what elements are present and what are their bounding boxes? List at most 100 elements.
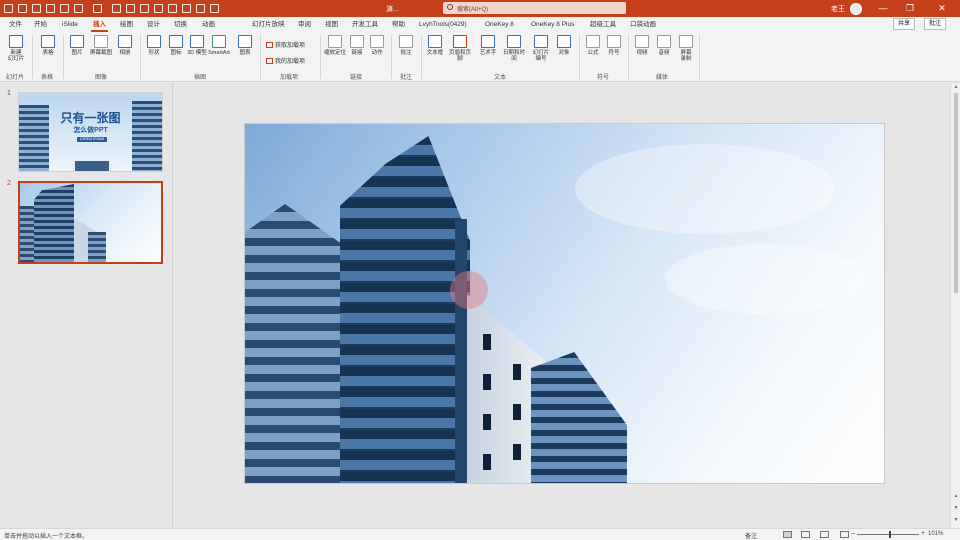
paste-icon[interactable] <box>74 4 83 13</box>
button-label: 我的加载项 <box>275 59 306 65</box>
restore-button[interactable]: ❐ <box>903 2 917 14</box>
header-footer-button[interactable]: 页眉和页脚 <box>449 35 471 62</box>
slideshow-icon[interactable] <box>840 531 849 538</box>
tab-review[interactable]: 审阅 <box>296 19 313 32</box>
chart-button[interactable]: 图表 <box>234 35 256 56</box>
object-button[interactable]: 对象 <box>553 35 575 56</box>
align-center-icon[interactable] <box>140 4 149 13</box>
tab-draw[interactable]: 绘图 <box>118 19 135 32</box>
tab-home[interactable]: 开始 <box>32 19 49 32</box>
redo-icon[interactable] <box>46 4 55 13</box>
tab-help[interactable]: 帮助 <box>390 19 407 32</box>
slide-thumbnails-pane[interactable]: 1 只有一张图 怎么做PPT LOREM IPSUM 2 <box>0 83 173 528</box>
button-label: 3D 模型 <box>187 50 207 56</box>
cloud-shape <box>665 244 865 314</box>
tab-developer[interactable]: 开发工具 <box>350 19 380 32</box>
photo-album-button[interactable]: 相册 <box>114 35 136 56</box>
window <box>483 374 491 390</box>
align-right-icon[interactable] <box>154 4 163 13</box>
zoom-button[interactable]: 缩放定位 <box>324 35 346 56</box>
zoom-out-button[interactable]: – <box>851 530 855 537</box>
normal-view-icon[interactable] <box>783 531 792 538</box>
tab-pocket-animation[interactable]: 口袋动画 <box>628 19 658 32</box>
slide-sorter-icon[interactable] <box>801 531 810 538</box>
equation-button[interactable]: 公式 <box>582 35 604 56</box>
video-icon <box>635 35 649 48</box>
textbox-button[interactable]: 文本框 <box>424 35 446 56</box>
tab-islide[interactable]: iSlide <box>60 19 80 32</box>
share-button[interactable]: 共享 <box>893 18 916 30</box>
new-slide-button[interactable]: 新建 幻灯片 <box>5 35 27 62</box>
search-input[interactable]: 搜索(Alt+Q) <box>443 2 626 14</box>
zoom-in-button[interactable]: + <box>921 530 925 537</box>
layer-icon[interactable] <box>182 4 191 13</box>
tab-transitions[interactable]: 切换 <box>172 19 189 32</box>
zoom-slider[interactable] <box>857 534 919 535</box>
save-icon[interactable] <box>18 4 27 13</box>
autosave-icon[interactable] <box>4 4 13 13</box>
vertical-scrollbar[interactable]: ▲ ▲ ▼ ▼ <box>950 83 960 528</box>
audio-button[interactable]: 音频 <box>653 35 675 56</box>
distribute-icon[interactable] <box>168 4 177 13</box>
shapes-button[interactable]: 形状 <box>143 35 165 56</box>
group-label: 加载项 <box>280 75 299 81</box>
scroll-down-icon[interactable]: ▼ <box>953 517 959 523</box>
link-button[interactable]: 链接 <box>346 35 368 56</box>
slide-thumbnail-1[interactable]: 只有一张图 怎么做PPT LOREM IPSUM <box>18 92 163 172</box>
more-icon[interactable] <box>210 4 219 13</box>
close-button[interactable]: ✕ <box>935 2 949 14</box>
tab-animations[interactable]: 动画 <box>200 19 217 32</box>
button-label: 相册 <box>119 50 131 56</box>
building-image <box>20 206 36 262</box>
chart-icon <box>238 35 252 48</box>
video-button[interactable]: 视频 <box>631 35 653 56</box>
table-button[interactable]: 表格 <box>37 35 59 56</box>
slide-number-button[interactable]: 幻灯片 编号 <box>530 35 552 62</box>
addins-icon <box>266 57 273 64</box>
tab-design[interactable]: 设计 <box>145 19 162 32</box>
format-painter-icon[interactable] <box>60 4 69 13</box>
get-addins-button[interactable]: 获取加载项 <box>266 40 305 49</box>
pictures-button[interactable]: 图片 <box>66 35 88 56</box>
comments-button[interactable]: 批注 <box>924 18 947 30</box>
avatar[interactable] <box>850 3 862 15</box>
tab-insert[interactable]: 插入 <box>91 19 108 32</box>
align-left-icon[interactable] <box>126 4 135 13</box>
notes-button[interactable]: 备注 <box>745 531 757 540</box>
tab-lvyhtools[interactable]: LvyhTools(0429) <box>417 19 469 32</box>
scroll-up-icon[interactable]: ▲ <box>953 493 959 499</box>
my-addins-button[interactable]: 我的加载项 <box>266 56 305 65</box>
align-icon[interactable] <box>112 4 121 13</box>
comment-button[interactable]: 批注 <box>395 35 417 56</box>
date-time-button[interactable]: 日期和时间 <box>503 35 525 62</box>
tab-file[interactable]: 文件 <box>7 19 24 32</box>
reading-view-icon[interactable] <box>820 531 829 538</box>
zoom-level[interactable]: 101% <box>928 531 943 537</box>
smartart-button[interactable]: SmartArt <box>208 35 230 56</box>
action-button[interactable]: 动作 <box>366 35 388 56</box>
screenshot-button[interactable]: 屏幕截图 <box>90 35 112 56</box>
wordart-button[interactable]: 艺术字 <box>477 35 499 56</box>
tab-slideshow[interactable]: 幻灯片放映 <box>250 19 287 32</box>
minimize-button[interactable]: — <box>876 2 890 14</box>
screen-recording-button[interactable]: 屏幕 录制 <box>675 35 697 62</box>
undo-icon[interactable] <box>32 4 41 13</box>
3d-models-button[interactable]: 3D 模型 <box>186 35 208 56</box>
slide-canvas[interactable] <box>244 123 885 484</box>
grid-icon[interactable] <box>196 4 205 13</box>
icons-button[interactable]: 图标 <box>165 35 187 56</box>
symbol-button[interactable]: 符号 <box>603 35 625 56</box>
scroll-up-icon[interactable]: ▲ <box>953 84 959 90</box>
group-divider <box>628 35 629 79</box>
slide-editor[interactable] <box>174 83 950 528</box>
zoom-slider-knob[interactable] <box>889 531 891 538</box>
group-icon[interactable] <box>93 4 102 13</box>
scroll-down-icon[interactable]: ▼ <box>953 505 959 511</box>
slide-thumbnail-2[interactable] <box>18 181 163 264</box>
scrollbar-thumb[interactable] <box>954 93 958 293</box>
tab-onekey8[interactable]: OneKey 8 <box>483 19 516 32</box>
tab-super-tools[interactable]: 超级工具 <box>588 19 618 32</box>
tab-onekey8plus[interactable]: OneKey 8 Plus <box>529 19 576 32</box>
user-name[interactable]: 老王 <box>831 4 845 14</box>
tab-view[interactable]: 视图 <box>323 19 340 32</box>
